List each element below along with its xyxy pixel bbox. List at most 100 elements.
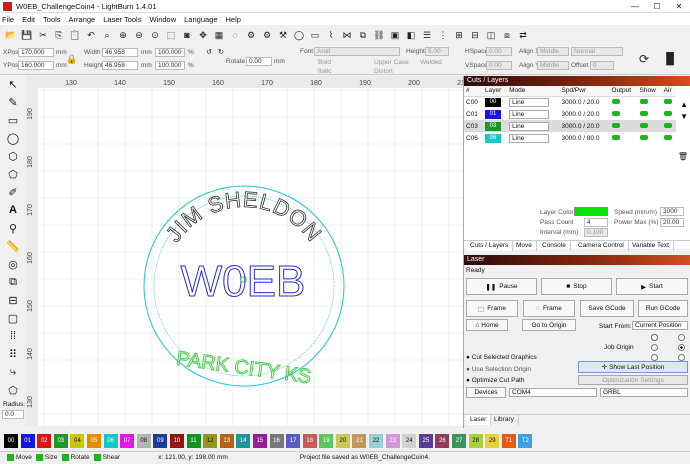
undo-icon[interactable]: ↶ — [84, 28, 98, 42]
font-select[interactable]: Arial — [314, 47, 400, 56]
tab-console[interactable]: Console — [538, 241, 571, 251]
welded-checkbox[interactable]: Welded — [420, 59, 442, 66]
go-to-origin-button[interactable]: Go to Origin — [522, 319, 576, 331]
tools-icon[interactable]: ⚒ — [276, 28, 290, 42]
open-icon[interactable]: 📂 — [4, 28, 18, 42]
paste-icon[interactable]: 📋 — [68, 28, 82, 42]
uppercase-checkbox[interactable]: Upper Case — [374, 59, 409, 66]
palette-swatch-21[interactable]: 21 — [352, 434, 367, 448]
mode-select[interactable]: Line — [509, 97, 550, 107]
height-input[interactable]: 46.958 — [102, 61, 138, 70]
offset-input[interactable]: 0 — [590, 61, 614, 70]
gear-icon[interactable]: ⚙ — [244, 28, 258, 42]
scale-h-input[interactable]: 100.000 — [155, 61, 185, 70]
palette-swatch-01[interactable]: 01 — [20, 434, 35, 448]
center-callsign-text[interactable]: W0EB — [180, 257, 306, 307]
show-last-position-button[interactable]: ✛ Show Last Position — [578, 361, 688, 373]
mirror-icon[interactable]: ◧ — [404, 28, 418, 42]
stop-button[interactable]: ■ Stop — [541, 278, 612, 295]
use-selection-toggle[interactable]: ● Use Selection Origin — [466, 366, 531, 373]
delete-layer-icon[interactable]: 🗑 — [678, 152, 688, 161]
menu-help[interactable]: Help — [226, 15, 241, 24]
mode-select[interactable]: Line — [509, 121, 550, 131]
air-toggle[interactable] — [662, 96, 676, 108]
air-toggle[interactable] — [662, 132, 676, 144]
start-button[interactable]: ▶ Start — [616, 278, 688, 295]
palette-swatch-09[interactable]: 09 — [153, 434, 168, 448]
vspace-input[interactable]: 0.00 — [486, 61, 512, 70]
menu-laser-tools[interactable]: Laser Tools — [103, 15, 141, 24]
chain-icon[interactable]: ⛓ — [372, 28, 386, 42]
air-toggle[interactable] — [662, 120, 676, 132]
bars-icon[interactable]: ▐▌ — [662, 51, 678, 67]
menu-tools[interactable]: Tools — [43, 15, 61, 24]
tab-variable-text[interactable]: Variable Text — [628, 241, 674, 251]
pause-button[interactable]: ❚❚ Pause — [466, 278, 537, 295]
devices-button[interactable]: Devices — [466, 387, 506, 398]
origin-radio-bc[interactable] — [678, 354, 685, 361]
layer-swatch[interactable]: 00 — [483, 96, 507, 108]
layer-swatch[interactable]: 03 — [483, 120, 507, 132]
align-x-select[interactable]: Middle — [537, 47, 569, 56]
grid-icon[interactable]: ▦ — [212, 28, 226, 42]
port-select[interactable]: COM4 — [509, 388, 597, 397]
align-icon[interactable]: ☰ — [420, 28, 434, 42]
tab-camera-control[interactable]: Camera Control — [574, 241, 629, 251]
palette-swatch-17[interactable]: 17 — [286, 434, 301, 448]
hspace-input[interactable]: 0.00 — [486, 47, 512, 56]
palette-swatch-05[interactable]: 05 — [86, 434, 101, 448]
palette-swatch-T1[interactable]: T1 — [501, 434, 516, 448]
palette-swatch-T2[interactable]: T2 — [518, 434, 533, 448]
flip-icon[interactable]: ⇄ — [516, 28, 530, 42]
palette-swatch-29[interactable]: 29 — [485, 434, 500, 448]
palette-swatch-14[interactable]: 14 — [236, 434, 251, 448]
save-gcode-button[interactable]: Save GCode — [580, 300, 634, 317]
layer-mode[interactable]: Line — [507, 108, 559, 120]
output-toggle[interactable] — [610, 96, 638, 108]
layer-swatch[interactable]: 01 — [483, 108, 507, 120]
palette-swatch-26[interactable]: 26 — [435, 434, 450, 448]
menu-file[interactable]: File — [2, 15, 14, 24]
show-toggle[interactable] — [638, 108, 662, 120]
palette-swatch-18[interactable]: 18 — [302, 434, 317, 448]
refresh-icon[interactable]: ⟳ — [636, 51, 652, 67]
align-y-select[interactable]: Middle — [537, 61, 569, 70]
palette-swatch-20[interactable]: 20 — [335, 434, 350, 448]
bold-checkbox[interactable]: Bold — [318, 59, 331, 66]
palette-swatch-00[interactable]: 00 — [4, 434, 18, 448]
bulb-icon[interactable]: ◌ — [228, 28, 242, 42]
bool-icon[interactable]: ⧉ — [356, 28, 370, 42]
zoom-in-icon[interactable]: ⊕ — [116, 28, 130, 42]
origin-radio-ml[interactable] — [651, 344, 658, 351]
cut-selected-toggle[interactable]: ● Cut Selected Graphics — [466, 354, 537, 361]
rotate-ccw-icon[interactable]: ↺ — [204, 47, 214, 57]
offset-icon[interactable]: ◫ — [484, 28, 498, 42]
tab-library[interactable]: Library — [490, 415, 519, 425]
size-checkbox[interactable] — [35, 454, 43, 461]
output-toggle[interactable] — [610, 108, 638, 120]
tab-laser[interactable]: Laser — [466, 415, 492, 425]
group-icon[interactable]: ▣ — [388, 28, 402, 42]
origin-radio-tc[interactable] — [678, 334, 685, 341]
air-toggle[interactable] — [662, 108, 676, 120]
frame-icon[interactable]: ⬚ — [164, 28, 178, 42]
palette-swatch-10[interactable]: 10 — [169, 434, 184, 448]
dist-icon[interactable]: ⋮ — [436, 28, 450, 42]
layer-color-swatch[interactable] — [574, 207, 608, 216]
optimize-toggle[interactable]: ● Optimize Cut Path — [466, 377, 524, 384]
copy-icon[interactable]: ⎘ — [52, 28, 66, 42]
layer-mode[interactable]: Line — [507, 132, 559, 144]
menu-edit[interactable]: Edit — [22, 15, 35, 24]
text-mode-select[interactable]: Normal — [571, 47, 623, 56]
cut-layer-row[interactable]: C00 00 Line 3000.0 / 20.0 — [464, 96, 676, 108]
layer-mode[interactable]: Line — [507, 96, 559, 108]
weld-icon[interactable]: ⊟ — [468, 28, 482, 42]
zoom-out-icon[interactable]: ⊖ — [132, 28, 146, 42]
width-input[interactable]: 46.958 — [102, 48, 138, 57]
rotate-cw-icon[interactable]: ↻ — [216, 47, 226, 57]
palette-swatch-03[interactable]: 03 — [53, 434, 68, 448]
menu-window[interactable]: Window — [149, 15, 176, 24]
cut-layer-row[interactable]: C06 06 Line 3000.0 / 80.0 — [464, 132, 676, 144]
palette-swatch-19[interactable]: 19 — [319, 434, 334, 448]
tab-move[interactable]: Move — [512, 241, 537, 251]
